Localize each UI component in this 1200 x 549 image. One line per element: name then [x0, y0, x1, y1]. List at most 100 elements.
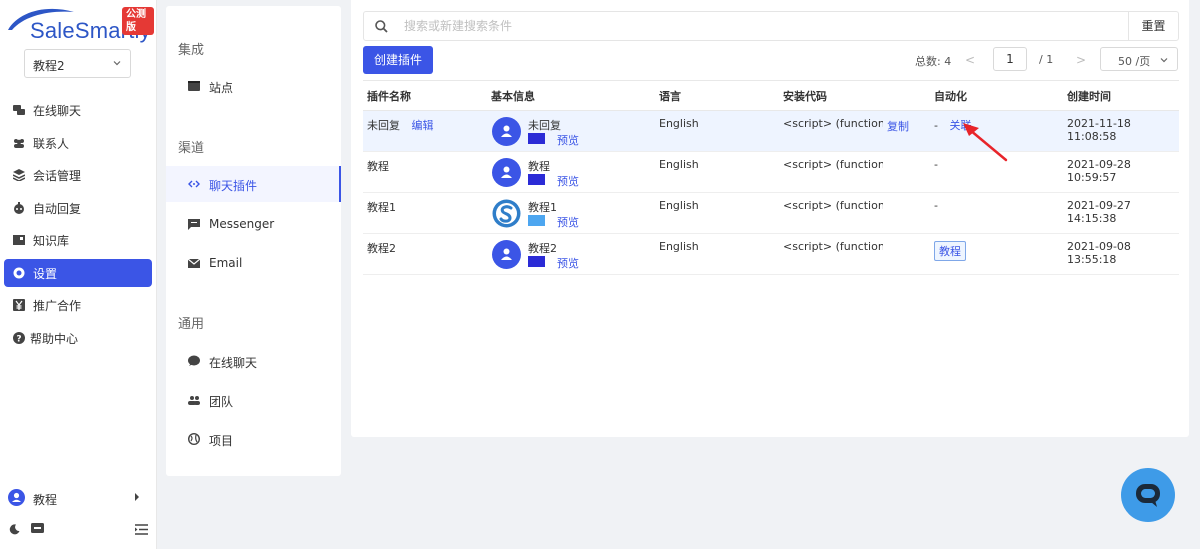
table-row[interactable]: 教程2 教程2 预览 English <script> (function(..… — [363, 233, 1179, 275]
nav-item-sessions[interactable]: 会话管理 — [4, 161, 152, 189]
nav-label: 自动回复 — [33, 202, 82, 216]
submenu-label: 项目 — [209, 434, 234, 448]
submenu-item-project[interactable]: 项目 — [166, 421, 341, 457]
team-icon — [188, 396, 200, 405]
created-time-cell: 2021-09-28 10:59:57 — [1063, 151, 1179, 193]
submenu-label: Messenger — [209, 217, 275, 231]
moon-icon[interactable] — [9, 524, 20, 535]
bot-name: 未回复 — [528, 119, 561, 132]
nav-item-chat[interactable]: 在线聊天 — [4, 96, 152, 124]
submenu-label: 团队 — [209, 395, 234, 409]
person-icon — [501, 166, 512, 178]
submenu-item-messenger[interactable]: Messenger — [166, 206, 341, 242]
site-icon — [188, 81, 200, 91]
bot-avatar — [492, 117, 521, 146]
column-header: 创建时间 — [1063, 80, 1179, 111]
submenu-item-email[interactable]: Email — [166, 245, 341, 281]
table-row[interactable]: 教程1 教程1 预览 English <script> (function - … — [363, 192, 1179, 234]
submenu-group-title: 通用 — [178, 317, 205, 332]
preview-link[interactable]: 预览 — [557, 255, 579, 271]
plugin-name-cell: 未回复 编辑 — [363, 110, 487, 152]
table-row[interactable]: 教程 教程 预览 English <script> (function(... … — [363, 151, 1179, 193]
reset-button[interactable]: 重置 — [1128, 12, 1178, 40]
nav-item-knowledge-base[interactable]: 知识库 — [4, 226, 152, 254]
prev-page-button[interactable]: < — [965, 53, 975, 67]
page-number-input[interactable]: 1 — [993, 47, 1027, 71]
user-menu[interactable]: 教程 — [0, 484, 156, 512]
plugin-name: 未回复 — [367, 119, 400, 132]
copy-link[interactable]: 复制 — [887, 118, 909, 134]
salesmartly-logo-icon — [492, 199, 521, 228]
submenu-label: Email — [209, 256, 243, 270]
collapse-menu-icon[interactable] — [135, 524, 148, 535]
caret-right-icon — [135, 493, 139, 501]
chat-bubbles-icon — [13, 105, 25, 115]
main-sidebar: SaleSmartly 公测版 教程2 在线聊天 联系人 会话管理 自动回复 知… — [0, 0, 157, 549]
plugin-name-cell: 教程1 — [363, 192, 487, 234]
color-swatch — [528, 215, 545, 226]
submenu-item-chat-plugin[interactable]: 聊天插件 — [166, 166, 341, 202]
project-select[interactable]: 教程2 — [24, 49, 131, 78]
nav-item-contacts[interactable]: 联系人 — [4, 129, 152, 157]
color-swatch — [528, 133, 545, 144]
chevron-down-icon — [113, 61, 121, 66]
submenu-label: 站点 — [209, 81, 234, 95]
contacts-icon — [14, 139, 24, 148]
submenu-item-sites[interactable]: 站点 — [166, 68, 341, 104]
preview-link[interactable]: 预览 — [557, 132, 579, 148]
search-icon — [375, 20, 388, 33]
plugins-table: 插件名称 基本信息 语言 安装代码 自动化 创建时间 未回复 编辑 未回复 预览… — [363, 80, 1179, 275]
bottom-tools — [0, 516, 156, 544]
submenu-item-live-chat[interactable]: 在线聊天 — [166, 343, 341, 379]
submenu-item-team[interactable]: 团队 — [166, 382, 341, 418]
color-swatch — [528, 256, 545, 267]
chat-launcher-button[interactable] — [1121, 468, 1175, 522]
automation-tag[interactable]: 教程 — [934, 241, 966, 261]
install-code-cell: <script> (function(... 复制 — [779, 110, 930, 152]
install-code: <script> (function(... — [783, 199, 883, 212]
bot-avatar — [492, 158, 521, 187]
created-time-cell: 2021-09-08 13:55:18 — [1063, 233, 1179, 275]
nav-item-help[interactable]: ? 帮助中心 — [4, 324, 152, 352]
next-page-button[interactable]: > — [1076, 53, 1086, 67]
beta-badge: 公测版 — [122, 7, 154, 35]
gear-icon — [13, 267, 25, 279]
language-cell: English — [655, 151, 779, 193]
page-count: / 1 — [1039, 53, 1054, 66]
nav-item-auto-reply[interactable]: 自动回复 — [4, 194, 152, 222]
create-plugin-button[interactable]: 创建插件 — [363, 46, 433, 74]
toggle-switch-icon[interactable] — [31, 523, 44, 533]
column-header: 基本信息 — [487, 80, 655, 111]
bot-name: 教程2 — [528, 242, 557, 255]
basic-info-cell: 教程 预览 — [487, 151, 655, 193]
preview-link[interactable]: 预览 — [557, 214, 579, 230]
chat-launcher-icon — [1136, 484, 1160, 507]
bot-avatar — [492, 199, 521, 228]
nav-item-settings[interactable]: 设置 — [4, 259, 152, 287]
table-header-row: 插件名称 基本信息 语言 安装代码 自动化 创建时间 — [363, 80, 1179, 111]
mail-icon — [188, 258, 200, 268]
automation-cell: 教程 — [930, 233, 1063, 275]
plugin-name-cell: 教程 — [363, 151, 487, 193]
nav-label: 联系人 — [33, 137, 70, 151]
column-header: 安装代码 — [779, 80, 930, 111]
submenu-label: 聊天插件 — [209, 179, 258, 193]
page-size-value: 50 /页 — [1118, 55, 1151, 68]
person-icon — [501, 125, 512, 137]
created-time-cell: 2021-11-18 11:08:58 — [1063, 110, 1179, 152]
yen-icon — [13, 299, 25, 311]
table-row[interactable]: 未回复 编辑 未回复 预览 English <script> (function… — [363, 110, 1179, 152]
created-time-cell: 2021-09-27 14:15:38 — [1063, 192, 1179, 234]
preview-link[interactable]: 预览 — [557, 173, 579, 189]
search-input[interactable] — [404, 17, 1104, 35]
column-header: 语言 — [655, 80, 779, 111]
nav-label: 设置 — [33, 267, 58, 281]
nav-item-affiliate[interactable]: 推广合作 — [4, 291, 152, 319]
brand-logo[interactable]: SaleSmartly 公测版 — [4, 4, 154, 44]
edit-link[interactable]: 编辑 — [412, 119, 434, 132]
annotation-arrow-icon — [963, 123, 1008, 162]
robot-icon — [14, 202, 24, 214]
install-code: <script> (function(... — [783, 158, 883, 171]
page-size-select[interactable]: 50 /页 — [1100, 47, 1178, 71]
bot-avatar — [492, 240, 521, 269]
